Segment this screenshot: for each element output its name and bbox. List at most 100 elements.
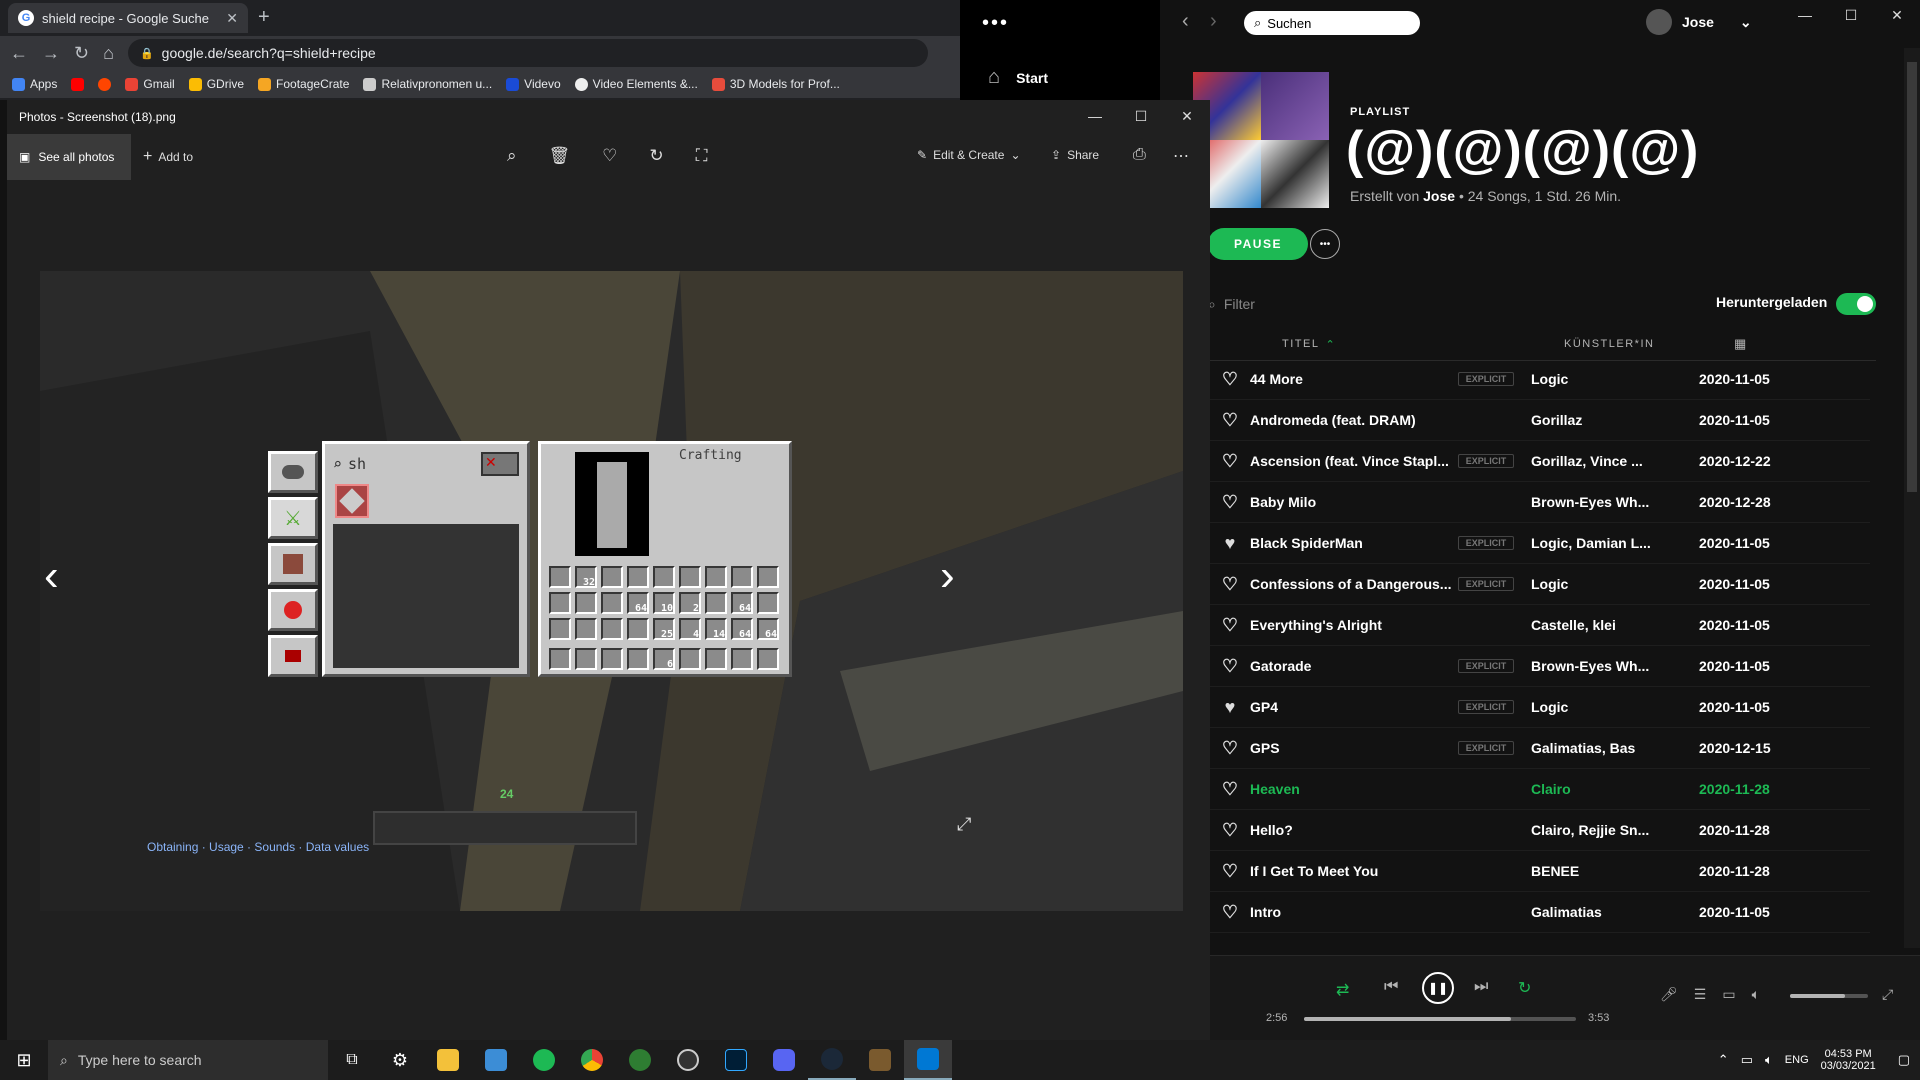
pause-button[interactable]: PAUSE bbox=[1208, 228, 1308, 260]
bookmark-apps[interactable]: Apps bbox=[12, 77, 57, 91]
reload-icon[interactable]: ↻ bbox=[74, 43, 89, 64]
owner-link[interactable]: Jose bbox=[1423, 188, 1455, 204]
chevron-up-icon[interactable]: ⌃ bbox=[1718, 1052, 1729, 1068]
search-input[interactable]: ⌕ Suchen bbox=[1244, 11, 1420, 35]
inventory-slot[interactable] bbox=[731, 566, 753, 588]
track-row[interactable]: ♡ Ascension (feat. Vince Stapl... EXPLICIT… bbox=[1210, 441, 1870, 482]
track-artist[interactable]: Galimatias, Bas bbox=[1531, 740, 1699, 756]
track-artist[interactable]: Gorillaz bbox=[1531, 412, 1699, 428]
devices-icon[interactable]: ▭ bbox=[1722, 986, 1735, 1003]
heart-icon[interactable]: ♡ bbox=[1210, 410, 1250, 431]
creative-tab-tools[interactable]: ⚔ bbox=[268, 497, 318, 539]
inventory-slot[interactable]: 64 bbox=[731, 592, 753, 614]
inventory-slot[interactable]: 2 bbox=[679, 592, 701, 614]
clock[interactable]: 04:53 PM 03/03/2021 bbox=[1821, 1048, 1876, 1072]
craftable-filter-toggle[interactable]: ✕ bbox=[481, 452, 519, 476]
sidebar-item-start[interactable]: ⌂ Start bbox=[988, 66, 1048, 89]
back-icon[interactable]: ‹ bbox=[1182, 10, 1189, 33]
maximize-button[interactable]: ☐ bbox=[1118, 100, 1164, 132]
inventory-slot[interactable] bbox=[731, 648, 753, 670]
heart-icon[interactable]: ♡ bbox=[1210, 902, 1250, 923]
calendar-icon[interactable]: ▦ bbox=[1734, 336, 1746, 352]
track-row[interactable]: ♡ Confessions of a Dangerous... EXPLICIT Lo… bbox=[1210, 564, 1870, 605]
inventory-slot[interactable]: 4 bbox=[679, 618, 701, 640]
inventory-slot[interactable] bbox=[627, 648, 649, 670]
track-artist[interactable]: Galimatias bbox=[1531, 904, 1699, 920]
inventory-slot[interactable] bbox=[575, 618, 597, 640]
inventory-slot[interactable] bbox=[575, 592, 597, 614]
heart-icon[interactable]: ♡ bbox=[1210, 615, 1250, 636]
more-icon[interactable]: ⋯ bbox=[1173, 146, 1189, 166]
obs-app-icon[interactable] bbox=[664, 1040, 712, 1080]
minimize-button[interactable]: — bbox=[1072, 100, 1118, 132]
inventory-slot[interactable] bbox=[601, 618, 623, 640]
progress-bar[interactable] bbox=[1304, 1017, 1576, 1021]
close-button[interactable]: ✕ bbox=[1874, 0, 1920, 30]
add-to-button[interactable]: + Add to bbox=[143, 148, 193, 166]
inventory-slot[interactable] bbox=[601, 648, 623, 670]
inventory-slot[interactable] bbox=[705, 648, 727, 670]
filter-input[interactable]: ⌕ Filter bbox=[1208, 296, 1255, 313]
heart-icon[interactable]: ♡ bbox=[1210, 656, 1250, 677]
inventory-slot[interactable] bbox=[549, 592, 571, 614]
track-row[interactable]: ♡ GPS EXPLICIT Galimatias, Bas 2020-12-15 bbox=[1210, 728, 1870, 769]
recipe-search-input[interactable]: ⌕ sh bbox=[333, 452, 483, 476]
notification-icon[interactable]: ▢ bbox=[1898, 1052, 1910, 1068]
volume-slider[interactable] bbox=[1790, 994, 1868, 998]
track-row[interactable]: ♡Andromeda (feat. DRAM)EXPLICITGorillaz2… bbox=[1210, 400, 1870, 441]
track-artist[interactable]: Logic bbox=[1531, 576, 1699, 592]
delete-icon[interactable]: 🗑︎ bbox=[549, 146, 571, 166]
heart-icon[interactable]: ♡ bbox=[1210, 779, 1250, 800]
zoom-icon[interactable]: ⌕ bbox=[507, 146, 517, 166]
inventory-slot[interactable] bbox=[601, 592, 623, 614]
track-row[interactable]: ♡If I Get To Meet YouEXPLICITBENEE2020-1… bbox=[1210, 851, 1870, 892]
inventory-slot[interactable] bbox=[601, 566, 623, 588]
shuffle-icon[interactable]: ⇄ bbox=[1336, 980, 1349, 1000]
print-icon[interactable]: ⎙ bbox=[1133, 146, 1146, 164]
file-explorer-icon[interactable] bbox=[424, 1040, 472, 1080]
edit-create-button[interactable]: ✎ Edit & Create ⌄ bbox=[917, 148, 1021, 162]
heart-icon[interactable]: ♡ bbox=[1210, 861, 1250, 882]
bookmark-footagecrate[interactable]: FootageCrate bbox=[258, 77, 349, 91]
inventory-slot[interactable] bbox=[627, 566, 649, 588]
bookmark-gdrive[interactable]: GDrive bbox=[188, 77, 244, 91]
photoshop-app-icon[interactable] bbox=[712, 1040, 760, 1080]
track-artist[interactable]: Gorillaz, Vince ... bbox=[1531, 453, 1699, 469]
heart-icon[interactable]: ♥ bbox=[1210, 533, 1250, 554]
track-row[interactable]: ♡Baby MiloEXPLICITBrown-Eyes Wh...2020-1… bbox=[1210, 482, 1870, 523]
spotify-app-icon[interactable] bbox=[520, 1040, 568, 1080]
repeat-icon[interactable]: ↻ bbox=[1518, 978, 1531, 998]
mail-app-icon[interactable] bbox=[472, 1040, 520, 1080]
heart-icon[interactable]: ♡ bbox=[1210, 574, 1250, 595]
share-button[interactable]: ⇪ Share bbox=[1051, 148, 1099, 162]
creative-tab-food[interactable] bbox=[268, 589, 318, 631]
start-button[interactable]: ⊞ bbox=[0, 1040, 48, 1080]
track-artist[interactable]: Castelle, klei bbox=[1531, 617, 1699, 633]
steam-app-icon[interactable] bbox=[808, 1040, 856, 1080]
see-all-photos-button[interactable]: ▣ See all photos bbox=[7, 134, 131, 180]
track-row[interactable]: ♡ 44 More EXPLICIT Logic 2020-11-05 bbox=[1210, 359, 1870, 400]
track-artist[interactable]: Clairo bbox=[1531, 781, 1699, 797]
user-menu[interactable]: Jose ⌄ bbox=[1646, 9, 1752, 35]
creative-tab-hotbar[interactable] bbox=[268, 451, 318, 493]
heart-icon[interactable]: ♡ bbox=[1210, 451, 1250, 472]
inventory-slot[interactable]: 32 bbox=[575, 566, 597, 588]
heart-icon[interactable]: ♡ bbox=[1210, 369, 1250, 390]
inventory-slot[interactable] bbox=[549, 618, 571, 640]
previous-icon[interactable]: ⏮ bbox=[1384, 978, 1398, 996]
close-tab-icon[interactable]: ✕ bbox=[226, 10, 238, 27]
inventory-slot[interactable]: 14 bbox=[705, 618, 727, 640]
address-bar[interactable]: 🔒 google.de/search?q=shield+recipe bbox=[127, 39, 928, 67]
favorite-icon[interactable]: ♡ bbox=[602, 146, 617, 166]
play-pause-button[interactable]: ❚❚ bbox=[1422, 972, 1454, 1004]
col-header-artist[interactable]: KÜNSTLER*IN bbox=[1564, 338, 1654, 350]
inventory-slot[interactable]: 64 bbox=[627, 592, 649, 614]
track-row[interactable]: ♡ Gatorade EXPLICIT Brown-Eyes Wh... 2020-11… bbox=[1210, 646, 1870, 687]
inventory-slot[interactable] bbox=[653, 566, 675, 588]
inventory-slot[interactable] bbox=[757, 566, 779, 588]
crop-icon[interactable]: ⛶ bbox=[696, 146, 708, 166]
inventory-slot[interactable] bbox=[549, 566, 571, 588]
volume-icon[interactable]: 🔈︎ bbox=[1765, 1052, 1773, 1068]
inventory-slot[interactable]: 64 bbox=[731, 618, 753, 640]
track-artist[interactable]: Logic bbox=[1531, 699, 1699, 715]
